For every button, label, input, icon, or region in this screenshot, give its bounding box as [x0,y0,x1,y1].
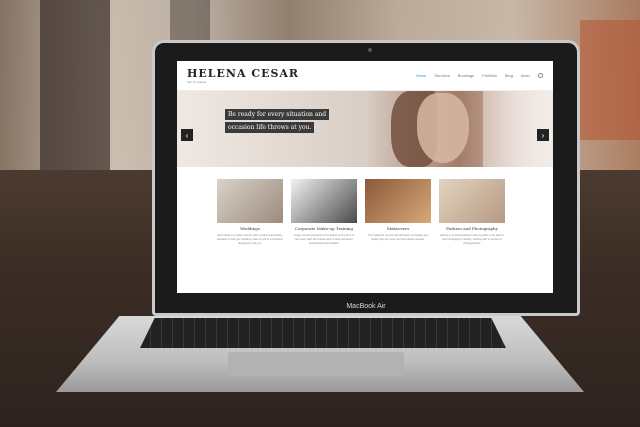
hero-image-face [417,93,469,163]
service-card[interactable]: Fashion and Photography Helena is an acc… [439,179,505,246]
service-card[interactable]: Weddings Each bride is a unique woman wi… [217,179,283,246]
card-image [291,179,357,223]
service-card[interactable]: Corporate Make-up Training Image courses… [291,179,357,246]
hero-caption-line: Be ready for every situation and [225,109,330,120]
card-text: The makeover service that will leave you… [367,234,429,241]
laptop-trackpad [228,352,404,376]
nav-item-home[interactable]: Home [416,73,427,78]
background-accent [580,20,640,140]
hero-slider: Be ready for every situation and occasio… [177,91,553,167]
laptop-lid: HELENA CESAR hair & makeup Home Services… [152,40,580,316]
card-title: Fashion and Photography [446,226,498,231]
service-cards: Weddings Each bride is a unique woman wi… [177,167,553,246]
camera-icon [368,48,372,52]
slider-prev-button[interactable]: ‹ [181,129,193,141]
main-nav: Home Services Bookings Portfolio Blog In… [416,73,543,78]
nav-item-portfolio[interactable]: Portfolio [482,73,497,78]
card-title: Corporate Make-up Training [294,226,354,231]
card-image [217,179,283,223]
nav-item-blog[interactable]: Blog [505,73,513,78]
site-header: HELENA CESAR hair & makeup Home Services… [177,61,553,91]
slider-next-button[interactable]: › [537,129,549,141]
logo-text: HELENA CESAR [187,67,300,80]
card-image [365,179,431,223]
site-logo[interactable]: HELENA CESAR hair & makeup [187,67,299,84]
service-card[interactable]: Makeovers The makeover service that will… [365,179,431,246]
card-title: Weddings [240,226,260,231]
card-text: Image courses prepared to the beauty & t… [293,234,355,245]
card-image [439,179,505,223]
nav-item-inner[interactable]: Inner [521,73,530,78]
search-icon[interactable] [538,73,543,78]
nav-item-bookings[interactable]: Bookings [458,73,474,78]
nav-item-services[interactable]: Services [434,73,449,78]
logo-subtext: hair & makeup [187,80,207,84]
card-title: Makeovers [386,226,410,231]
laptop-keyboard [140,318,506,348]
card-text: Helena is an accomplished make-up artist… [439,234,505,245]
hero-caption: Be ready for every situation and occasio… [225,109,330,135]
laptop-model-label: MacBook Air [346,303,386,310]
card-text: Each bride is a unique woman with a dist… [217,234,283,245]
laptop-screen: HELENA CESAR hair & makeup Home Services… [177,61,553,293]
hero-caption-line: occasion life throws at you. [225,122,315,133]
